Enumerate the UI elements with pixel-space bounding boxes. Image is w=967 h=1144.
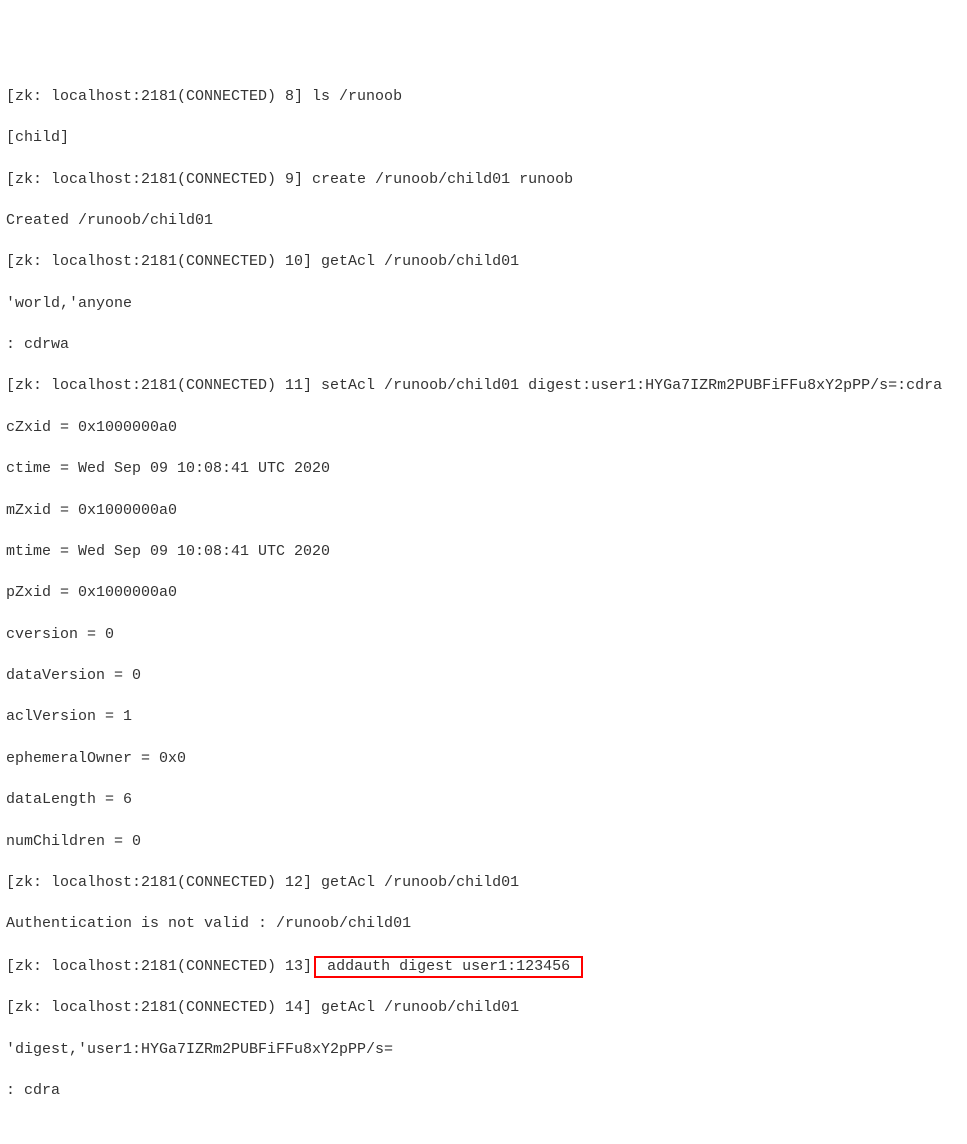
terminal-line: ctime = Wed Sep 09 10:08:41 UTC 2020 — [6, 459, 961, 480]
terminal-line: : cdrwa — [6, 335, 961, 356]
terminal-line: [zk: localhost:2181(CONNECTED) 9] create… — [6, 170, 961, 191]
terminal-line: [child] — [6, 128, 961, 149]
terminal-line: cversion = 0 — [6, 625, 961, 646]
terminal-line: mtime = Wed Sep 09 10:08:41 UTC 2020 — [6, 542, 961, 563]
terminal-line: [zk: localhost:2181(CONNECTED) 14] getAc… — [6, 998, 961, 1019]
terminal-line: ephemeralOwner = 0x0 — [6, 749, 961, 770]
highlighted-command: addauth digest user1:123456 — [314, 956, 583, 978]
terminal-line: dataLength = 6 — [6, 790, 961, 811]
terminal-line: [zk: localhost:2181(CONNECTED) 12] getAc… — [6, 873, 961, 894]
terminal-line: numChildren = 0 — [6, 832, 961, 853]
terminal-line: [zk: localhost:2181(CONNECTED) 10] getAc… — [6, 252, 961, 273]
terminal-line: Created /runoob/child01 — [6, 211, 961, 232]
terminal-line: mZxid = 0x1000000a0 — [6, 501, 961, 522]
terminal-line: Authentication is not valid : /runoob/ch… — [6, 914, 961, 935]
terminal-line: : cdra — [6, 1081, 961, 1102]
terminal-line: [zk: localhost:2181(CONNECTED) 11] setAc… — [6, 376, 961, 397]
terminal-line: 'world,'anyone — [6, 294, 961, 315]
terminal-line: aclVersion = 1 — [6, 707, 961, 728]
terminal-line: pZxid = 0x1000000a0 — [6, 583, 961, 604]
terminal-line: 'digest,'user1:HYGa7IZRm2PUBFiFFu8xY2pPP… — [6, 1040, 961, 1061]
terminal-prompt: [zk: localhost:2181(CONNECTED) 13] — [6, 958, 312, 975]
terminal-line: dataVersion = 0 — [6, 666, 961, 687]
terminal-line: cZxid = 0x1000000a0 — [6, 418, 961, 439]
terminal-line: [zk: localhost:2181(CONNECTED) 8] ls /ru… — [6, 87, 961, 108]
terminal-line-highlighted: [zk: localhost:2181(CONNECTED) 13] addau… — [6, 956, 961, 978]
